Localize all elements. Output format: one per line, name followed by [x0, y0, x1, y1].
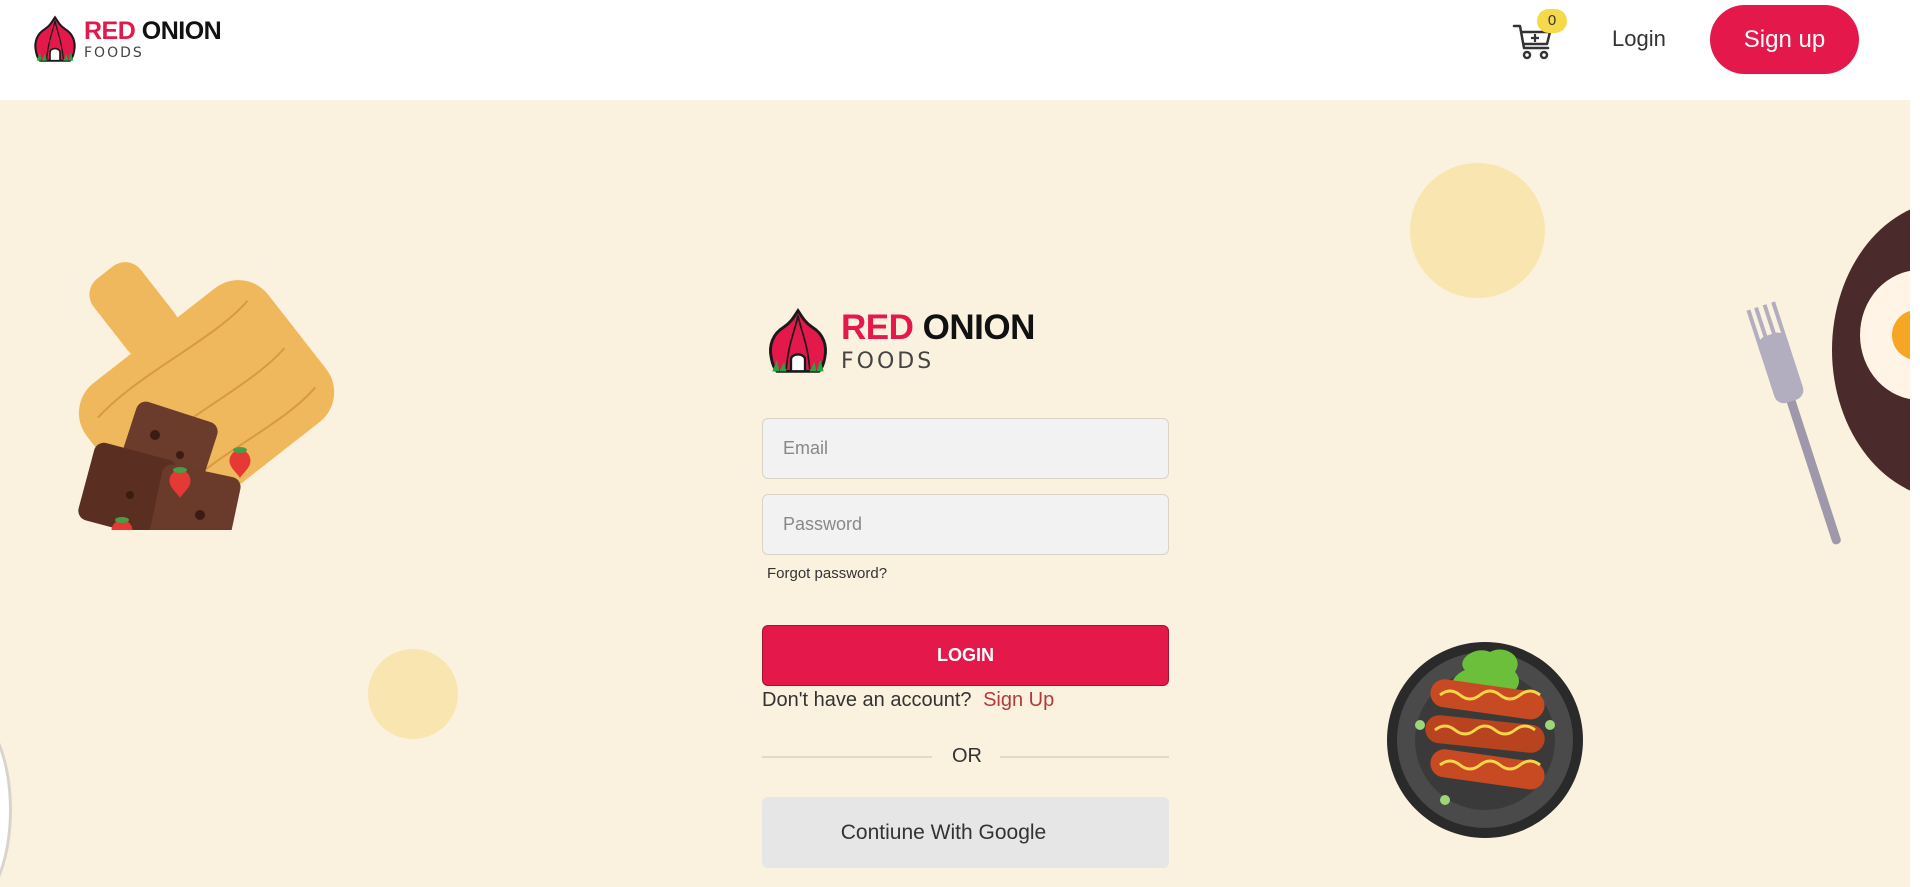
form-logo: RED ONION FOODS — [763, 306, 1035, 376]
forgot-password-link[interactable]: Forgot password? — [767, 565, 887, 582]
deco-circle — [368, 649, 458, 739]
onion-logo-icon — [769, 308, 827, 373]
header-signup-button[interactable]: Sign up — [1710, 5, 1859, 74]
header-logo[interactable]: RED ONION FOODS — [30, 14, 222, 64]
email-input[interactable] — [762, 418, 1169, 479]
no-account-row: Don't have an account? Sign Up — [762, 689, 1054, 712]
onion-logo-icon — [34, 15, 76, 62]
top-header: RED ONION FOODS 0 Login Sign up — [0, 0, 1920, 100]
divider-right — [1000, 756, 1169, 758]
password-input[interactable] — [762, 494, 1169, 555]
login-button[interactable]: LOGIN — [762, 625, 1169, 686]
cart-count-badge: 0 — [1537, 9, 1567, 33]
form-brand-subtitle: FOODS — [841, 348, 935, 374]
form-brand-red-word: RED — [841, 307, 914, 347]
signup-link[interactable]: Sign Up — [983, 689, 1054, 711]
divider-left — [762, 756, 932, 758]
google-signin-button[interactable]: Contiune With Google — [762, 797, 1169, 868]
plate-edge-illustration — [0, 710, 12, 887]
header-login-link[interactable]: Login — [1612, 26, 1666, 52]
brand-red-word: RED — [84, 16, 136, 45]
page: RED ONION FOODS 0 Login Sign up RED ONIO… — [0, 0, 1920, 887]
deco-circle — [1410, 163, 1545, 298]
sausage-plate-illustration — [1387, 642, 1583, 838]
or-divider-text: OR — [952, 745, 982, 767]
brownie-board-illustration — [78, 262, 335, 530]
brand-onion-word: ONION — [141, 16, 222, 45]
no-account-text: Don't have an account? — [762, 689, 972, 711]
form-brand-onion-word: ONION — [922, 307, 1036, 347]
brand-subtitle: FOODS — [84, 44, 144, 61]
